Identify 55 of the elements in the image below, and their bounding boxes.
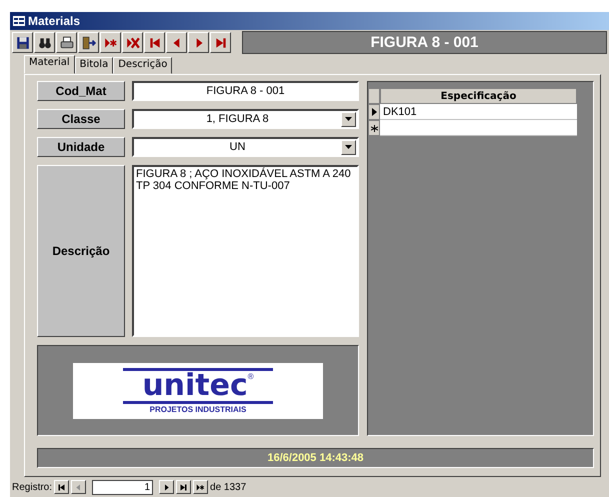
dropdown-button[interactable] bbox=[341, 140, 356, 154]
field-label: Cod_Mat bbox=[37, 81, 125, 101]
record-number-field[interactable]: 1 bbox=[92, 480, 154, 494]
description-field[interactable]: FIGURA 8 ; AÇO INOXIDÁVEL ASTM A 240 TP 304 CONFORME N-TU-007 bbox=[132, 165, 359, 337]
row-selector[interactable] bbox=[368, 120, 380, 136]
combo-field[interactable]: UN bbox=[132, 137, 359, 157]
toolbar-button[interactable] bbox=[100, 32, 121, 53]
table-cell[interactable]: DK101 bbox=[380, 104, 577, 120]
timestamp-bar: 16/6/2005 14:43:48 bbox=[37, 448, 594, 468]
nav-button[interactable] bbox=[193, 480, 208, 494]
field-label: Unidade bbox=[37, 137, 125, 157]
first-record-icon bbox=[148, 36, 162, 50]
right-arrow-icon bbox=[162, 482, 172, 492]
nav-button[interactable] bbox=[176, 480, 192, 494]
new-record-icon bbox=[104, 36, 118, 50]
delete-record-icon bbox=[126, 36, 140, 50]
toolbar-button[interactable] bbox=[78, 32, 99, 53]
nav-button[interactable] bbox=[159, 480, 174, 494]
logo: unitec® PROJETOS INDUSTRIAIS bbox=[73, 362, 323, 418]
last-record-icon bbox=[214, 36, 228, 50]
toolbar-button[interactable] bbox=[12, 32, 33, 53]
printer-icon bbox=[60, 36, 74, 50]
save-icon bbox=[16, 36, 30, 50]
asterisk-icon bbox=[370, 124, 378, 132]
toolbar-button[interactable] bbox=[144, 32, 165, 53]
toolbar-button[interactable] bbox=[122, 32, 143, 53]
tab[interactable]: Material bbox=[24, 55, 75, 74]
door-arrow-icon bbox=[82, 36, 96, 50]
record-count: de 1337 bbox=[210, 482, 246, 492]
row-selector[interactable] bbox=[368, 104, 380, 120]
combo-field[interactable]: 1, FIGURA 8 bbox=[132, 109, 359, 129]
tab[interactable]: Descrição bbox=[113, 57, 172, 74]
caret-icon bbox=[345, 117, 352, 121]
dropdown-button[interactable] bbox=[341, 112, 356, 126]
record-title: FIGURA 8 - 001 bbox=[242, 31, 607, 54]
toolbar-button[interactable] bbox=[34, 32, 55, 53]
nav-button[interactable] bbox=[54, 480, 70, 494]
toolbar-button[interactable] bbox=[210, 32, 231, 53]
toolbar-button[interactable] bbox=[188, 32, 209, 53]
toolbar-button[interactable] bbox=[166, 32, 187, 53]
new-record-icon bbox=[196, 482, 206, 492]
first-record-icon bbox=[57, 482, 66, 492]
last-record-icon bbox=[179, 482, 188, 492]
toolbar-button[interactable] bbox=[56, 32, 77, 53]
input-field[interactable]: FIGURA 8 - 001 bbox=[132, 81, 359, 101]
current-row-icon bbox=[372, 108, 376, 116]
form-icon bbox=[13, 16, 25, 26]
column-header: Especificação bbox=[380, 88, 577, 104]
window-title: Materials bbox=[28, 14, 80, 28]
binoculars-icon bbox=[38, 36, 52, 50]
field-label: Classe bbox=[37, 109, 125, 129]
tab[interactable]: Bitola bbox=[74, 57, 114, 74]
record-label: Registro: bbox=[12, 482, 52, 492]
caret-icon bbox=[345, 145, 352, 149]
field-label: Descrição bbox=[37, 165, 125, 337]
